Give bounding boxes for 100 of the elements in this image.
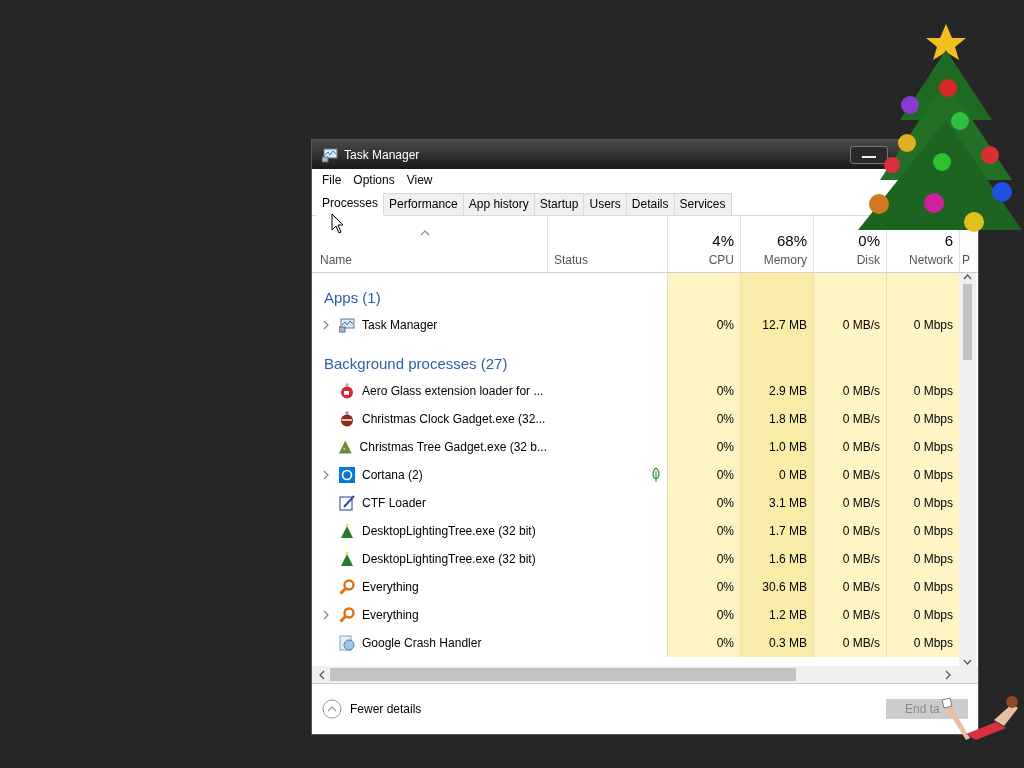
column-header[interactable]: Network: [909, 253, 953, 267]
disk-cell: 0 MB/s: [813, 517, 886, 545]
network-cell: 0 Mbps: [886, 461, 959, 489]
usage-percent: 6: [944, 232, 953, 249]
process-name: Everything: [362, 580, 419, 594]
network-cell: 0 Mbps: [886, 489, 959, 517]
column-header[interactable]: P: [962, 253, 970, 267]
network-cell: 0 Mbps: [886, 629, 959, 657]
collapse-icon[interactable]: [322, 699, 342, 719]
tab[interactable]: Users: [583, 193, 627, 215]
scrollbar-thumb[interactable]: [330, 668, 796, 681]
circle-icon: [339, 467, 355, 483]
chevron-right-icon[interactable]: [323, 320, 329, 330]
process-name: DesktopLightingTree.exe (32 bit): [362, 552, 536, 566]
column-header[interactable]: Memory: [763, 253, 807, 267]
vertical-scrollbar[interactable]: [959, 273, 976, 666]
memory-cell: 3.1 MB: [740, 489, 813, 517]
cpu-cell: 0%: [667, 433, 740, 461]
cpu-cell: 0%: [667, 461, 740, 489]
process-row[interactable]: Everything 0% 1.2 MB 0 MB/s 0 Mbps: [312, 601, 959, 629]
process-row[interactable]: Task Manager 0% 12.7 MB 0 MB/s 0 Mbps: [312, 311, 959, 339]
memory-cell: 0 MB: [740, 461, 813, 489]
process-row[interactable]: Everything 0% 30.6 MB 0 MB/s 0 Mbps: [312, 573, 959, 601]
chevron-right-icon[interactable]: [323, 470, 329, 480]
scroll-down-icon[interactable]: [963, 658, 972, 666]
memory-cell: 1.7 MB: [740, 517, 813, 545]
fewer-details-link[interactable]: Fewer details: [350, 702, 422, 716]
disk-cell: 0 MB/s: [813, 377, 886, 405]
network-cell: 0 Mbps: [886, 311, 959, 339]
tab[interactable]: Performance: [383, 193, 464, 215]
minimize-button[interactable]: [850, 145, 888, 164]
memory-cell: 1.8 MB: [740, 405, 813, 433]
network-cell: 0 Mbps: [886, 405, 959, 433]
tab[interactable]: Details: [625, 193, 675, 215]
process-name: Everything: [362, 608, 419, 622]
menu-item[interactable]: View: [400, 173, 439, 187]
magnifier-icon: [339, 607, 355, 623]
ornament-icon: [339, 411, 355, 427]
tab[interactable]: Services: [673, 193, 732, 215]
process-name: Aero Glass extension loader for ...: [362, 384, 544, 398]
cpu-cell: 0%: [667, 517, 740, 545]
column-header[interactable]: Name: [320, 253, 352, 267]
cpu-cell: 0%: [667, 405, 740, 433]
cpu-cell: 0%: [667, 311, 740, 339]
process-row[interactable]: Christmas Tree Gadget.exe (32 b... 0% 1.0 MB 0 MB/s 0 Mbps: [312, 433, 959, 461]
monitor-icon: [322, 146, 338, 163]
memory-cell: 1.6 MB: [740, 545, 813, 573]
process-row[interactable]: Google Crash Handler 0% 0.3 MB 0 MB/s 0 Mbps: [312, 629, 959, 657]
menu-item[interactable]: Options: [347, 173, 401, 187]
process-row[interactable]: DesktopLightingTree.exe (32 bit) 0% 1.7 MB 0 MB/s 0 Mbps: [312, 517, 959, 545]
group-heading: Background processes (27): [323, 353, 509, 374]
disk-cell: 0 MB/s: [813, 545, 886, 573]
process-name: Google Crash Handler: [362, 636, 482, 650]
network-cell: 0 Mbps: [886, 433, 959, 461]
process-row[interactable]: CTF Loader 0% 3.1 MB 0 MB/s 0 Mbps: [312, 489, 959, 517]
monitor-icon: [339, 317, 355, 333]
window-title: Task Manager: [344, 147, 420, 162]
cpu-cell: 0%: [667, 489, 740, 517]
disk-cell: 0 MB/s: [813, 601, 886, 629]
process-name: Christmas Tree Gadget.exe (32 b...: [359, 440, 547, 454]
usage-percent: 4%: [712, 232, 734, 249]
disk-cell: 0 MB/s: [813, 405, 886, 433]
memory-cell: 0.3 MB: [740, 629, 813, 657]
magnifier-icon: [339, 579, 355, 595]
menu-item[interactable]: File: [316, 173, 348, 187]
memory-cell: 1.2 MB: [740, 601, 813, 629]
network-cell: 0 Mbps: [886, 545, 959, 573]
network-cell: 0 Mbps: [886, 377, 959, 405]
tree-icon: [339, 523, 355, 539]
process-name: Christmas Clock Gadget.exe (32...: [362, 412, 546, 426]
disk-cell: 0 MB/s: [813, 573, 886, 601]
tree-icon: [339, 551, 355, 567]
tab[interactable]: App history: [462, 193, 535, 215]
usage-percent: 68%: [776, 232, 807, 249]
memory-cell: 30.6 MB: [740, 573, 813, 601]
chevron-right-icon[interactable]: [323, 610, 329, 620]
process-row[interactable]: Aero Glass extension loader for ... 0% 2.9 MB 0 MB/s 0 Mbps: [312, 377, 959, 405]
cpu-cell: 0%: [667, 629, 740, 657]
tab[interactable]: Startup: [533, 193, 585, 215]
process-row[interactable]: DesktopLightingTree.exe (32 bit) 0% 1.6 MB 0 MB/s 0 Mbps: [312, 545, 959, 573]
disk-cell: 0 MB/s: [813, 489, 886, 517]
cpu-cell: 0%: [667, 377, 740, 405]
process-row[interactable]: Christmas Clock Gadget.exe (32... 0% 1.8 MB 0 MB/s 0 Mbps: [312, 405, 959, 433]
group-heading: Apps (1): [323, 287, 382, 308]
process-row[interactable]: Cortana (2) 0% 0 MB 0 MB/s 0 Mbps: [312, 461, 959, 489]
cursor-icon: [331, 213, 345, 235]
scrollbar-thumb[interactable]: [963, 284, 972, 360]
scroll-up-icon[interactable]: [963, 273, 972, 281]
column-header[interactable]: Disk: [856, 253, 880, 267]
network-cell: 0 Mbps: [886, 601, 959, 629]
disk-cell: 0 MB/s: [813, 311, 886, 339]
process-name: Cortana (2): [362, 468, 423, 482]
document-globe-icon: [339, 635, 355, 651]
disk-cell: 0 MB/s: [813, 629, 886, 657]
column-header[interactable]: CPU: [708, 253, 734, 267]
process-name: CTF Loader: [362, 496, 427, 510]
column-header[interactable]: Status: [554, 253, 589, 267]
ornament-icon: [339, 383, 355, 399]
memory-cell: 1.0 MB: [740, 433, 813, 461]
horizontal-scrollbar[interactable]: [312, 666, 978, 684]
